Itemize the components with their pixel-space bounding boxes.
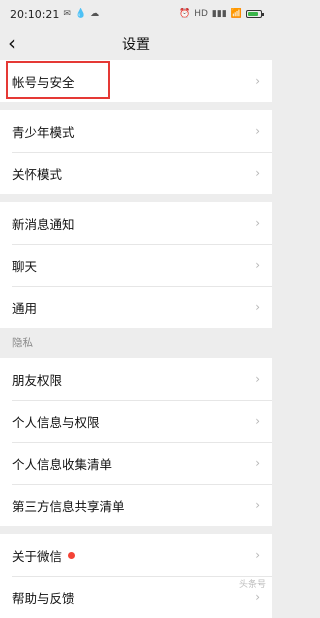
row-care-mode[interactable]: 关怀模式 ›	[0, 152, 272, 194]
cloud-icon: ☁	[90, 9, 100, 19]
row-label: 青少年模式	[12, 124, 75, 140]
group-privacy: 朋友权限 › 个人信息与权限 › 个人信息收集清单 › 第三方信息共享清单 ›	[0, 358, 272, 526]
row-label: 通用	[12, 300, 38, 316]
group-general: 新消息通知 › 聊天 › 通用 ›	[0, 202, 272, 328]
chevron-right-icon: ›	[255, 300, 260, 314]
status-bar: 20:10:21 ✉ 💧 ☁ ⏰ HD ▮▮▮ 📶	[0, 0, 272, 28]
row-label: 个人信息收集清单	[12, 456, 113, 472]
status-time: 20:10:21	[10, 7, 60, 21]
row-label: 帐号与安全	[12, 74, 75, 90]
row-personal-info-collection[interactable]: 个人信息收集清单 ›	[0, 442, 272, 484]
water-drop-icon: 💧	[74, 9, 87, 19]
row-about-wechat[interactable]: 关于微信 ›	[0, 534, 272, 576]
row-label: 个人信息与权限	[12, 414, 100, 430]
status-left: 20:10:21 ✉ 💧 ☁	[10, 8, 99, 21]
notification-icon: ✉	[63, 9, 71, 19]
chevron-right-icon: ›	[255, 498, 260, 512]
group-modes: 青少年模式 › 关怀模式 ›	[0, 110, 272, 194]
section-header-privacy: 隐私	[0, 328, 272, 358]
watermark: 头条号	[238, 580, 266, 590]
back-icon[interactable]: ‹	[8, 32, 16, 54]
chevron-right-icon: ›	[255, 456, 260, 470]
signal-icon: ▮▮▮	[211, 9, 227, 19]
red-dot-badge	[68, 551, 76, 559]
status-right: ⏰ HD ▮▮▮ 📶	[179, 9, 264, 19]
nav-bar: ‹ 设置	[0, 28, 272, 60]
chevron-right-icon: ›	[255, 372, 260, 386]
battery-icon	[246, 10, 264, 18]
row-label: 关怀模式	[12, 166, 63, 182]
group-account: 帐号与安全 ›	[0, 60, 272, 102]
divider	[0, 102, 272, 110]
row-label: 新消息通知	[12, 216, 75, 232]
wifi-icon: 📶	[230, 9, 242, 19]
row-friend-permissions[interactable]: 朋友权限 ›	[0, 358, 272, 400]
row-chat[interactable]: 聊天 ›	[0, 244, 272, 286]
chevron-right-icon: ›	[255, 590, 260, 604]
chevron-right-icon: ›	[255, 216, 260, 230]
divider	[0, 526, 272, 534]
row-label: 第三方信息共享清单	[12, 498, 125, 514]
chevron-right-icon: ›	[255, 258, 260, 272]
chevron-right-icon: ›	[255, 548, 260, 562]
row-general[interactable]: 通用 ›	[0, 286, 272, 328]
chevron-right-icon: ›	[255, 124, 260, 138]
about-label: 关于微信	[12, 548, 63, 564]
page-title: 设置	[122, 37, 150, 53]
row-label: 帮助与反馈	[12, 590, 75, 606]
row-label: 关于微信	[12, 546, 76, 565]
chevron-right-icon: ›	[255, 166, 260, 180]
divider	[0, 194, 272, 202]
hd-icon: HD	[194, 9, 208, 19]
row-notifications[interactable]: 新消息通知 ›	[0, 202, 272, 244]
chevron-right-icon: ›	[255, 414, 260, 428]
row-label: 聊天	[12, 258, 38, 274]
row-personal-info-permissions[interactable]: 个人信息与权限 ›	[0, 400, 272, 442]
alarm-icon: ⏰	[179, 9, 191, 19]
row-third-party-sharing[interactable]: 第三方信息共享清单 ›	[0, 484, 272, 526]
row-youth-mode[interactable]: 青少年模式 ›	[0, 110, 272, 152]
row-account-security[interactable]: 帐号与安全 ›	[0, 60, 272, 102]
group-about: 关于微信 › 帮助与反馈 ›	[0, 534, 272, 618]
row-label: 朋友权限	[12, 372, 63, 388]
chevron-right-icon: ›	[255, 74, 260, 88]
row-feedback[interactable]: 帮助与反馈 ›	[0, 576, 272, 618]
